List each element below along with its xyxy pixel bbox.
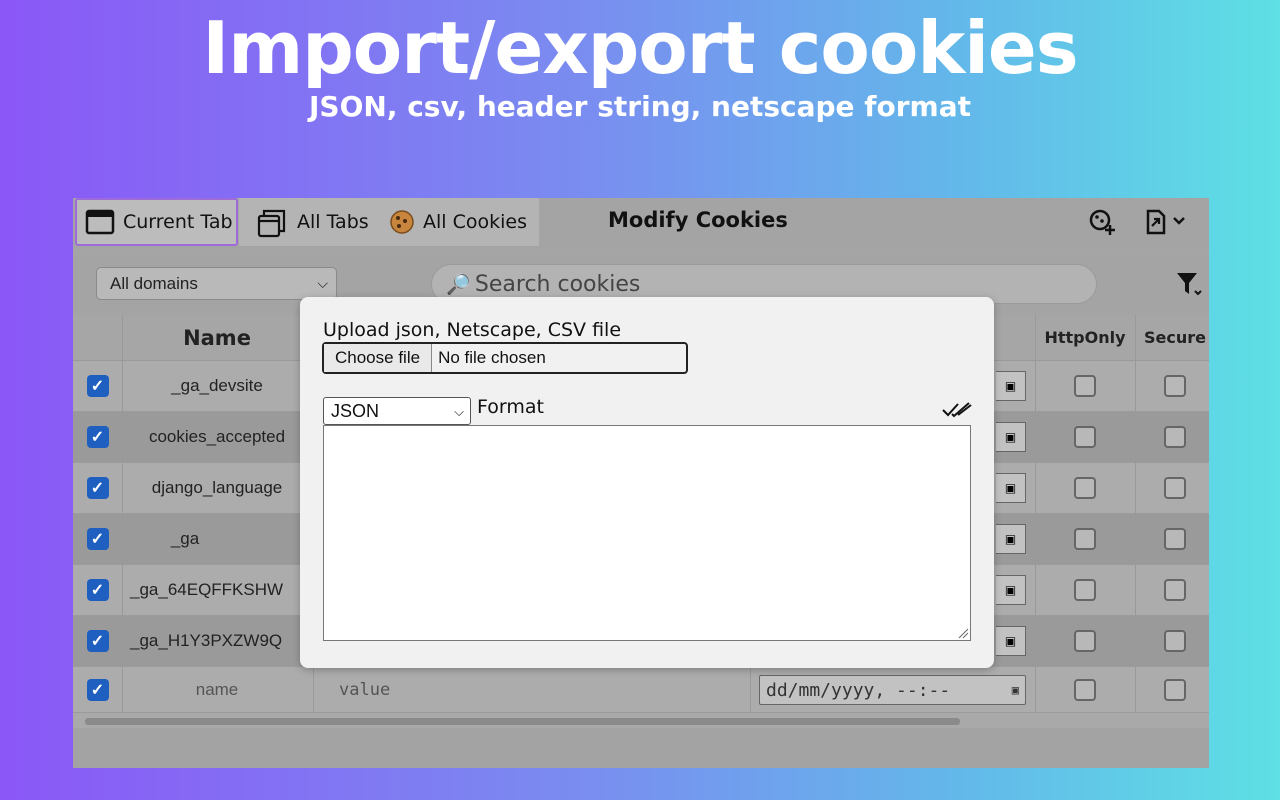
- row-select-checkbox[interactable]: ✓: [86, 678, 109, 701]
- top-bar: Current Tab All Tabs All Cookies Modify …: [73, 198, 1209, 248]
- date-placeholder: dd/mm/yyyy, --:--: [766, 679, 951, 701]
- secure-checkbox[interactable]: [1164, 426, 1186, 448]
- row-select-checkbox[interactable]: ✓: [86, 477, 109, 499]
- hero-title: Import/export cookies: [202, 6, 1078, 90]
- calendar-icon: ▣: [1004, 379, 1017, 393]
- double-check-icon: [942, 402, 972, 418]
- column-header-secure[interactable]: Secure: [1135, 315, 1209, 360]
- search-icon: 🔎: [446, 272, 471, 296]
- file-status: No file chosen: [438, 348, 546, 367]
- httponly-checkbox[interactable]: [1074, 375, 1096, 397]
- search-placeholder: Search cookies: [474, 271, 641, 297]
- page-title: Modify Cookies: [608, 208, 788, 232]
- cookie-name[interactable]: _ga_devsite: [122, 361, 312, 411]
- expiry-date-input[interactable]: ▣: [996, 371, 1026, 401]
- table-row-new: ✓ name value dd/mm/yyyy, --:-- ▣: [73, 667, 1209, 713]
- tab-all-cookies-label: All Cookies: [423, 211, 527, 233]
- calendar-icon: ▣: [1004, 583, 1017, 597]
- calendar-icon: ▣: [1004, 481, 1017, 495]
- httponly-checkbox[interactable]: [1074, 528, 1096, 550]
- calendar-icon: ▣: [1004, 430, 1017, 444]
- bottom-bar: [73, 728, 1209, 768]
- tab-all-tabs-label: All Tabs: [297, 211, 369, 233]
- expiry-date-input[interactable]: ▣: [996, 524, 1026, 554]
- httponly-checkbox[interactable]: [1074, 579, 1096, 601]
- domain-select-value: All domains: [110, 273, 198, 293]
- expiry-date-input[interactable]: ▣: [996, 422, 1026, 452]
- horizontal-scrollbar[interactable]: [73, 713, 1209, 728]
- filter-icon: [1177, 273, 1202, 296]
- secure-checkbox[interactable]: [1164, 630, 1186, 652]
- cookie-name[interactable]: _ga_H1Y3PXZW9Q: [130, 616, 310, 666]
- upload-label: Upload json, Netscape, CSV file: [323, 319, 622, 341]
- file-export-icon: [1146, 209, 1185, 235]
- choose-file-button[interactable]: Choose file: [324, 344, 433, 372]
- apply-button[interactable]: [942, 401, 972, 423]
- cookie-icon: [390, 210, 414, 234]
- expiry-date-input[interactable]: ▣: [996, 575, 1026, 605]
- tab-current-label: Current Tab: [123, 211, 233, 233]
- add-cookie-icon: [1089, 209, 1115, 235]
- import-dialog: Upload json, Netscape, CSV file Choose f…: [300, 297, 994, 668]
- expiry-date-input[interactable]: ▣: [996, 473, 1026, 503]
- format-select-value: JSON: [331, 400, 380, 421]
- resize-handle-icon[interactable]: [957, 627, 969, 639]
- chevron-down-icon: ⌵: [317, 275, 328, 291]
- new-cookie-expiry-input[interactable]: dd/mm/yyyy, --:-- ▣: [759, 675, 1026, 705]
- column-header-name[interactable]: Name: [122, 315, 312, 360]
- tab-all-cookies[interactable]: All Cookies: [389, 198, 527, 246]
- calendar-icon: ▣: [1004, 532, 1017, 546]
- row-select-checkbox[interactable]: ✓: [86, 528, 109, 550]
- row-select-checkbox[interactable]: ✓: [86, 630, 109, 652]
- chevron-down-icon: ⌵: [454, 404, 464, 419]
- new-cookie-value-input[interactable]: value: [339, 667, 459, 712]
- tabs-stack-icon: [257, 209, 286, 238]
- window-icon: [85, 209, 115, 235]
- cookie-data-textarea[interactable]: [323, 425, 971, 641]
- row-select-checkbox[interactable]: ✓: [86, 579, 109, 601]
- scrollbar-thumb[interactable]: [85, 718, 960, 725]
- httponly-checkbox[interactable]: [1074, 477, 1096, 499]
- httponly-checkbox[interactable]: [1074, 630, 1096, 652]
- import-export-button[interactable]: [1141, 206, 1191, 238]
- file-upload-input[interactable]: Choose file No file chosen: [322, 342, 688, 374]
- httponly-checkbox[interactable]: [1074, 426, 1096, 448]
- cookie-name[interactable]: cookies_accepted: [122, 412, 312, 462]
- secure-checkbox[interactable]: [1164, 678, 1186, 701]
- calendar-icon: ▣: [1004, 634, 1017, 648]
- secure-checkbox[interactable]: [1164, 579, 1186, 601]
- secure-checkbox[interactable]: [1164, 528, 1186, 550]
- cookie-name[interactable]: django_language: [122, 463, 312, 513]
- secure-checkbox[interactable]: [1164, 477, 1186, 499]
- tab-current-tab[interactable]: Current Tab: [75, 198, 238, 246]
- format-label: Format: [477, 396, 544, 418]
- expiry-date-input[interactable]: ▣: [996, 626, 1026, 656]
- add-cookie-button[interactable]: [1085, 206, 1119, 238]
- format-select[interactable]: JSON ⌵: [323, 397, 471, 425]
- hero-subtitle: JSON, csv, header string, netscape forma…: [309, 90, 971, 123]
- tab-all-tabs[interactable]: All Tabs: [249, 198, 369, 246]
- secure-checkbox[interactable]: [1164, 375, 1186, 397]
- filter-button[interactable]: [1175, 270, 1203, 302]
- calendar-icon: ▣: [1011, 683, 1019, 697]
- httponly-checkbox[interactable]: [1074, 678, 1096, 701]
- cookie-name[interactable]: _ga: [122, 514, 248, 564]
- row-select-checkbox[interactable]: ✓: [86, 375, 109, 397]
- row-select-checkbox[interactable]: ✓: [86, 426, 109, 448]
- column-header-httponly[interactable]: HttpOnly: [1035, 315, 1135, 360]
- cookie-name[interactable]: _ga_64EQFFKSHW: [130, 565, 310, 615]
- domain-select[interactable]: All domains ⌵: [96, 267, 337, 300]
- new-cookie-name-input[interactable]: name: [122, 667, 312, 712]
